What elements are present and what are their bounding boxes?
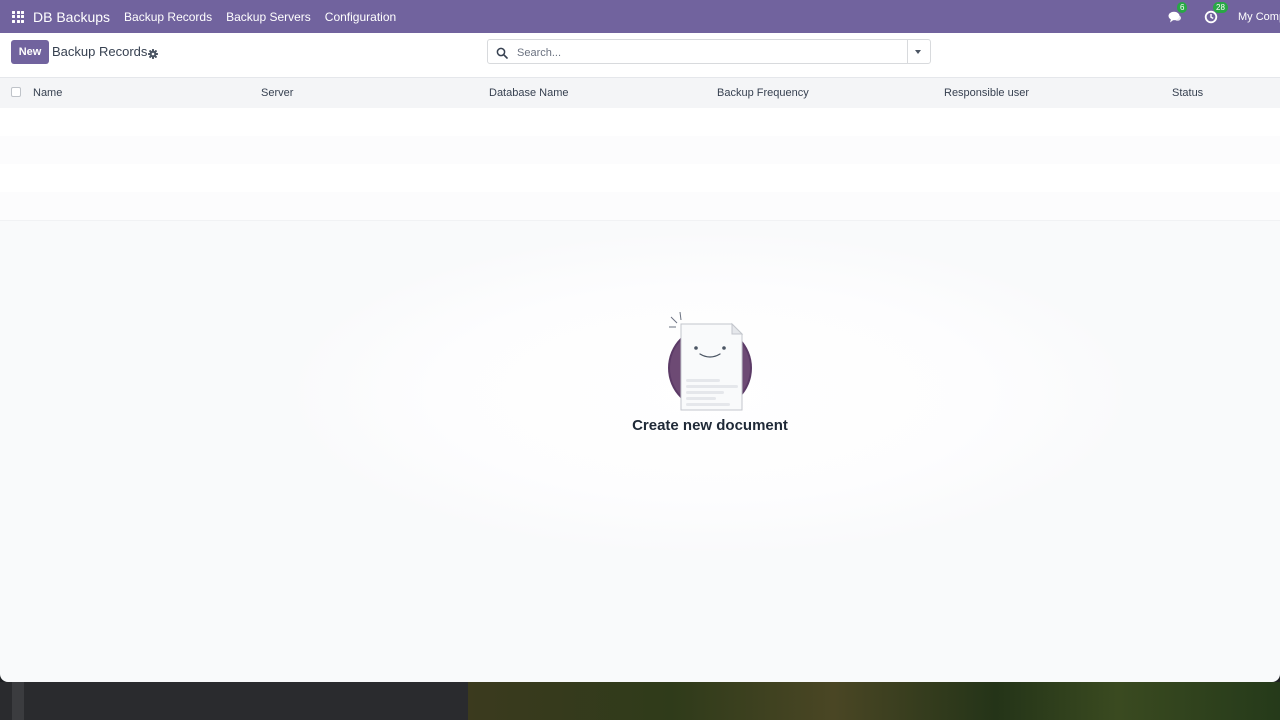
control-panel: New Backup Records (0, 33, 1280, 78)
list-header: Name Server Database Name Backup Frequen… (0, 78, 1280, 109)
empty-document-icon (662, 310, 758, 414)
wallpaper (468, 682, 1280, 720)
empty-row (0, 136, 1280, 165)
empty-state-title: Create new document (632, 417, 788, 434)
new-button[interactable]: New (11, 40, 49, 64)
caret-down-icon (915, 50, 921, 54)
search-options-toggle[interactable] (907, 40, 930, 63)
empty-row (0, 192, 1280, 221)
empty-row (0, 164, 1280, 193)
activities-clock-icon[interactable]: 28 (1204, 1, 1228, 24)
messages-badge: 6 (1177, 1, 1188, 13)
background-window-edge (12, 682, 24, 720)
breadcrumb: Backup Records (52, 44, 148, 59)
column-header-name[interactable]: Name (33, 87, 62, 99)
search-bar (487, 39, 931, 64)
app-name[interactable]: DB Backups (33, 9, 110, 25)
messages-icon[interactable]: 6 (1168, 1, 1188, 24)
menu-backup-servers[interactable]: Backup Servers (226, 10, 311, 24)
empty-row (0, 108, 1280, 137)
column-header-server[interactable]: Server (261, 87, 293, 99)
column-header-responsible-user[interactable]: Responsible user (944, 87, 1029, 99)
column-header-status[interactable]: Status (1172, 87, 1203, 99)
browser-window: DB Backups Backup Records Backup Servers… (0, 0, 1280, 682)
search-input[interactable] (515, 42, 899, 63)
top-navbar: DB Backups Backup Records Backup Servers… (0, 0, 1280, 33)
menu-backup-records[interactable]: Backup Records (124, 10, 212, 24)
systray: 6 28 My Comp (1168, 0, 1280, 33)
select-all-checkbox[interactable] (11, 87, 21, 97)
gear-icon[interactable] (148, 46, 158, 59)
company-switcher[interactable]: My Comp (1238, 11, 1280, 23)
activities-badge: 28 (1213, 1, 1228, 13)
apps-menu-icon[interactable] (12, 10, 24, 23)
column-header-backup-frequency[interactable]: Backup Frequency (717, 87, 809, 99)
menu-configuration[interactable]: Configuration (325, 10, 396, 24)
background-window (0, 682, 468, 720)
column-header-database-name[interactable]: Database Name (489, 87, 569, 99)
search-icon (496, 46, 508, 59)
